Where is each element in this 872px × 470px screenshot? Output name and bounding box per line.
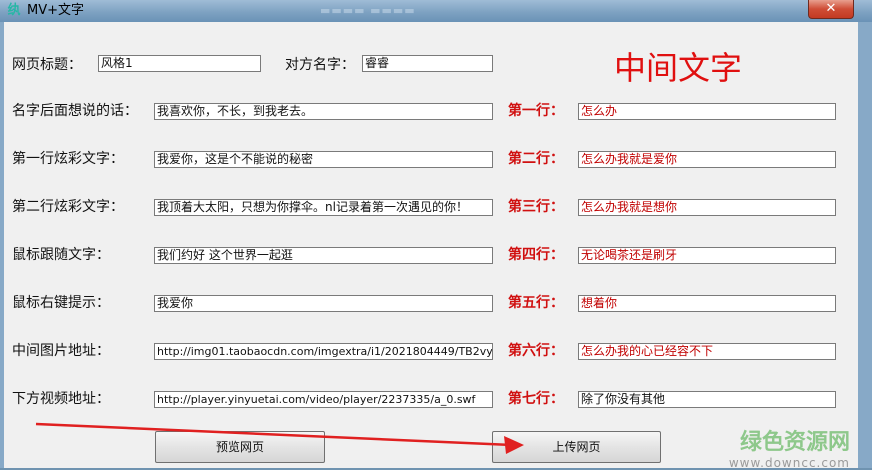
annotation-arrow	[35, 422, 524, 454]
app-icon: 纨	[7, 3, 21, 18]
close-icon: ✕	[825, 1, 837, 16]
watermark-logo-text: 绿色资源网	[739, 430, 850, 455]
watermark: 绿色资源网 www.downcc.com	[729, 430, 850, 470]
window-title: MV+文字	[27, 3, 85, 18]
background-blur: ▬▬▬▬ ▬▬▬▬	[320, 4, 416, 17]
title-bar: ▬▬▬▬ ▬▬▬▬ 纨 MV+文字 ✕	[0, 0, 872, 22]
close-button[interactable]: ✕	[808, 0, 854, 19]
form-panel: 网页标题： 风格1 对方名字： 睿睿 中间文字 名字后面想说的话： 我喜欢你，不…	[4, 22, 858, 470]
window-frame-right	[858, 22, 872, 468]
